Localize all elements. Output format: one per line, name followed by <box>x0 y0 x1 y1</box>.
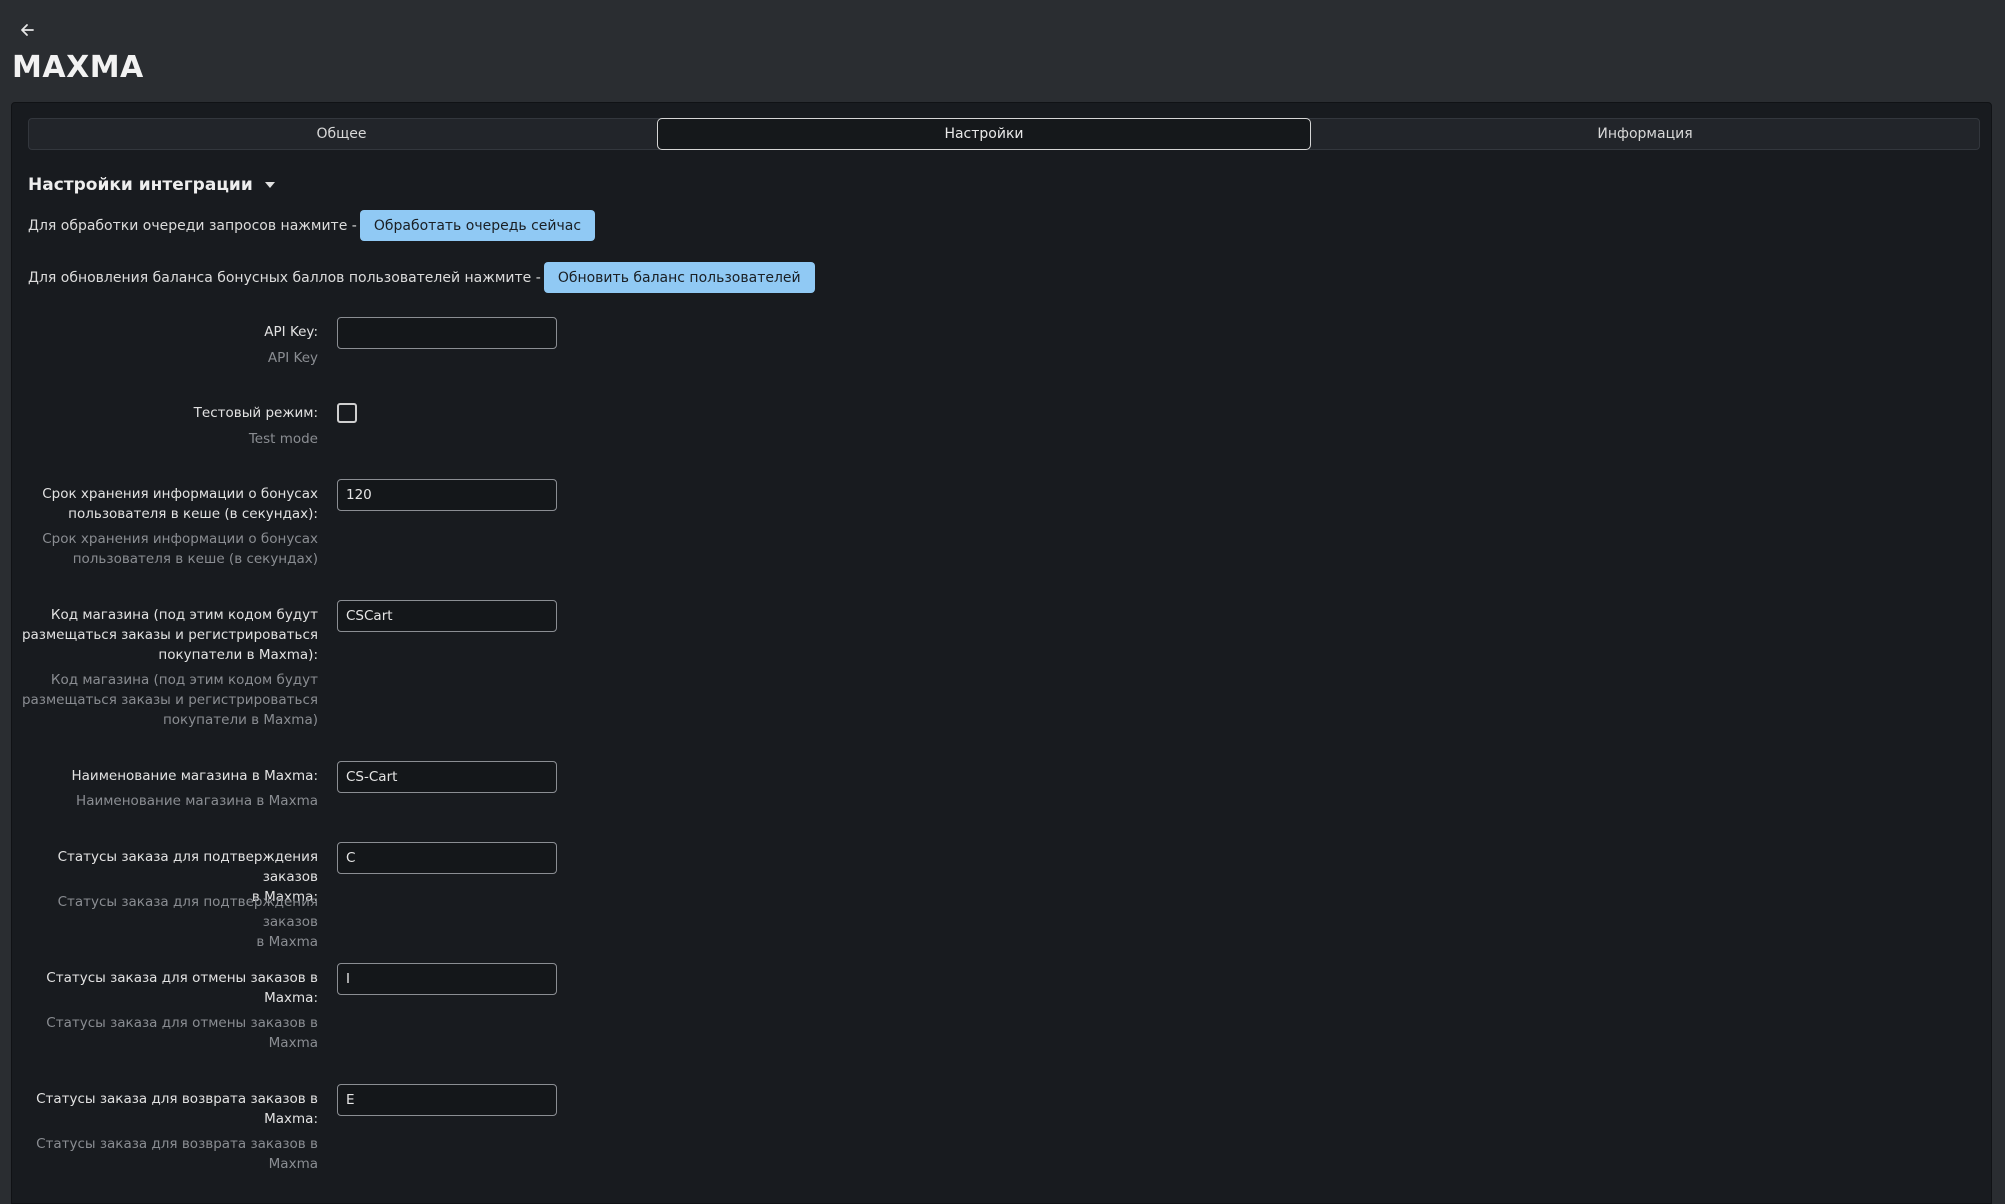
return-statuses-input[interactable] <box>337 1084 557 1116</box>
confirm-statuses-hint: Статусы заказа для подтверждения заказов… <box>18 892 318 952</box>
return-statuses-label: Статусы заказа для возврата заказов в Ma… <box>18 1089 318 1129</box>
cancel-statuses-label-line: Maxma: <box>264 990 318 1006</box>
balance-action-text: Для обновления баланса бонусных баллов п… <box>28 269 541 286</box>
return-statuses-hint-line: Maxma <box>268 1156 318 1172</box>
back-button[interactable] <box>14 17 40 43</box>
tab-info[interactable]: Информация <box>1311 118 1979 150</box>
confirm-statuses-input[interactable] <box>337 842 557 874</box>
tab-settings[interactable]: Настройки <box>657 118 1311 150</box>
cache-ttl-hint: Срок хранения информации о бонусах польз… <box>18 529 318 569</box>
page-title: MAXMA <box>12 50 144 85</box>
tab-bar: Общее Настройки Информация <box>28 118 1980 150</box>
process-queue-button[interactable]: Обработать очередь сейчас <box>359 210 596 241</box>
shop-name-input[interactable] <box>337 761 557 793</box>
confirm-statuses-label-line: Статусы заказа для подтверждения заказов <box>57 849 318 885</box>
shop-name-label: Наименование магазина в Maxma: <box>71 768 319 784</box>
arrow-left-icon <box>21 24 34 36</box>
return-statuses-label-line: Статусы заказа для возврата заказов в <box>36 1091 318 1107</box>
shop-code-label-line: размещаться заказы и регистрироваться <box>21 627 318 643</box>
confirm-statuses-hint-line: Статусы заказа для подтверждения заказов <box>57 894 318 930</box>
update-balance-button[interactable]: Обновить баланс пользователей <box>543 262 815 293</box>
balance-action-row: Для обновления баланса бонусных баллов п… <box>28 262 815 293</box>
queue-action-text: Для обработки очереди запросов нажмите - <box>28 217 357 234</box>
shop-code-hint-line: размещаться заказы и регистрироваться <box>21 692 318 708</box>
api-key-input[interactable] <box>337 317 557 349</box>
cache-ttl-label-line: Срок хранения информации о бонусах <box>42 486 318 502</box>
shop-code-hint-line: покупатели в Maxma) <box>162 712 318 728</box>
cancel-statuses-input[interactable] <box>337 963 557 995</box>
return-statuses-hint-line: Статусы заказа для возврата заказов в <box>36 1136 318 1152</box>
cancel-statuses-label: Статусы заказа для отмены заказов в Maxm… <box>18 968 318 1008</box>
section-title: Настройки интеграции <box>28 175 253 195</box>
api-key-label: API Key: <box>264 324 318 340</box>
shop-name-hint: Наименование магазина в Maxma <box>76 793 318 809</box>
return-statuses-label-line: Maxma: <box>264 1111 318 1127</box>
cache-ttl-input[interactable] <box>337 479 557 511</box>
confirm-statuses-hint-line: в Maxma <box>256 934 318 950</box>
api-key-hint: API Key <box>267 350 318 366</box>
tab-general[interactable]: Общее <box>29 118 654 150</box>
settings-panel: Общее Настройки Информация Настройки инт… <box>11 102 1992 1204</box>
test-mode-checkbox[interactable] <box>337 403 357 423</box>
test-mode-label: Тестовый режим: <box>193 405 318 421</box>
shop-code-label-line: Код магазина (под этим кодом будут <box>50 607 318 623</box>
shop-code-hint-line: Код магазина (под этим кодом будут <box>50 672 318 688</box>
cancel-statuses-hint-line: Maxma <box>268 1035 318 1051</box>
return-statuses-hint: Статусы заказа для возврата заказов в Ma… <box>18 1134 318 1174</box>
cache-ttl-label: Срок хранения информации о бонусах польз… <box>18 484 318 524</box>
cache-ttl-hint-line: пользователя в кеше (в секундах) <box>72 551 318 567</box>
top-bar: MAXMA <box>0 0 2005 102</box>
queue-action-row: Для обработки очереди запросов нажмите -… <box>28 210 596 241</box>
shop-code-label: Код магазина (под этим кодом будут разме… <box>18 605 318 665</box>
test-mode-hint: Test mode <box>248 431 318 447</box>
section-toggle[interactable]: Настройки интеграции <box>28 175 275 195</box>
shop-code-input[interactable] <box>337 600 557 632</box>
cancel-statuses-hint-line: Статусы заказа для отмены заказов в <box>46 1015 318 1031</box>
cancel-statuses-label-line: Статусы заказа для отмены заказов в <box>46 970 318 986</box>
shop-code-hint: Код магазина (под этим кодом будут разме… <box>18 670 318 730</box>
cache-ttl-label-line: пользователя в кеше (в секундах): <box>68 506 318 522</box>
cache-ttl-hint-line: Срок хранения информации о бонусах <box>42 531 318 547</box>
caret-down-icon <box>264 182 275 188</box>
shop-code-label-line: покупатели в Maxma): <box>158 647 318 663</box>
cancel-statuses-hint: Статусы заказа для отмены заказов в Maxm… <box>18 1013 318 1053</box>
